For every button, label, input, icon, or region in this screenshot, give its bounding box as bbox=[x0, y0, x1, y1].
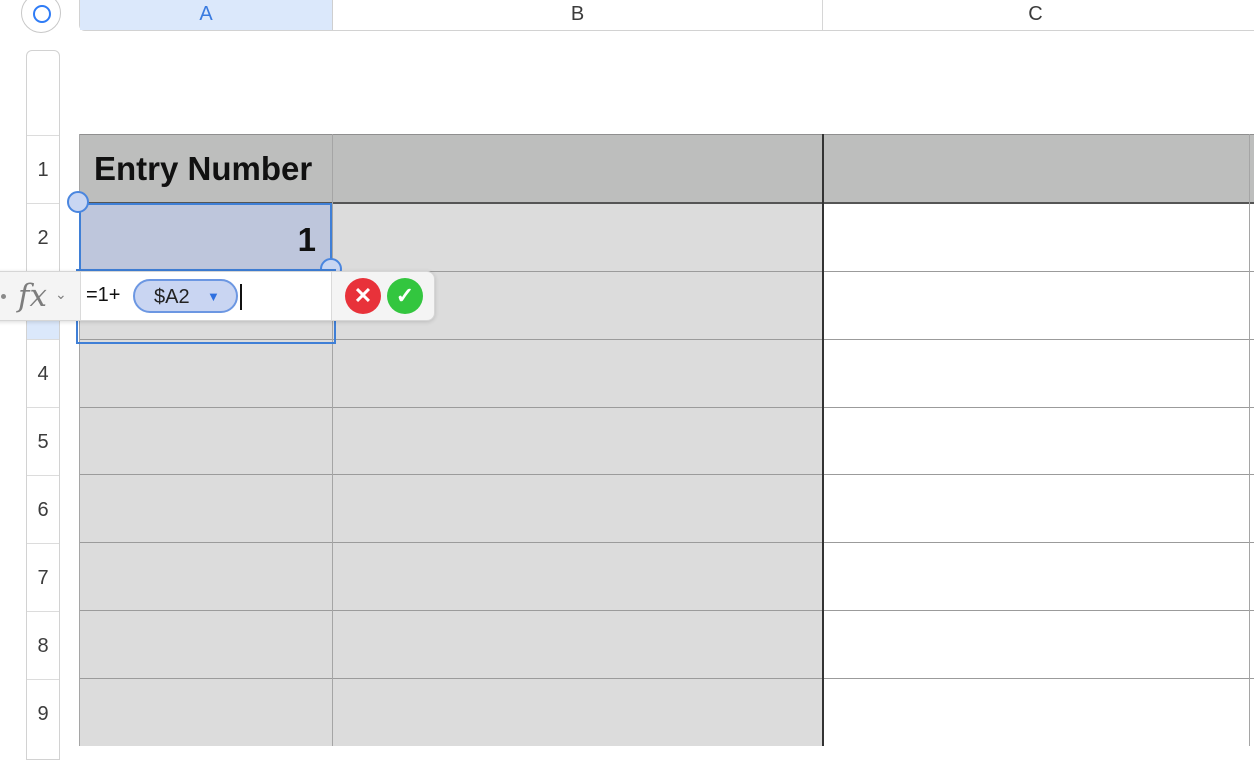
reference-token[interactable]: $A2 ▼ bbox=[133, 279, 238, 313]
row-header-8[interactable]: 8 bbox=[27, 611, 59, 679]
select-all-icon bbox=[33, 5, 51, 23]
cell-a2-value: 1 bbox=[297, 221, 316, 258]
grid-line bbox=[79, 474, 1254, 475]
formula-input[interactable]: =1+ $A2 ▼ bbox=[80, 272, 332, 320]
function-icon[interactable]: fx bbox=[18, 278, 47, 314]
row-header-7[interactable]: 7 bbox=[27, 543, 59, 611]
cancel-icon[interactable]: ✕ bbox=[345, 278, 381, 314]
chevron-down-icon[interactable]: ⌄ bbox=[55, 286, 67, 303]
grid-line bbox=[79, 610, 1254, 611]
grid-line bbox=[79, 407, 1254, 408]
row-header-2[interactable]: 2 bbox=[27, 203, 59, 271]
row-header-6[interactable]: 6 bbox=[27, 475, 59, 543]
reference-token-label: $A2 bbox=[154, 286, 190, 308]
column-header-a[interactable]: A bbox=[80, 0, 333, 30]
column-header-c[interactable]: C bbox=[823, 0, 1248, 30]
grid-line bbox=[79, 542, 1254, 543]
column-c-divider bbox=[822, 134, 824, 746]
grid-line bbox=[332, 134, 333, 746]
row-header-4[interactable]: 4 bbox=[27, 339, 59, 407]
select-all-button[interactable] bbox=[21, 0, 61, 33]
text-caret bbox=[240, 284, 242, 310]
formula-prefix: =1+ bbox=[86, 284, 121, 306]
row-header-5[interactable]: 5 bbox=[27, 407, 59, 475]
header-cell-entry-number[interactable]: Entry Number bbox=[94, 150, 312, 188]
row-header-1[interactable]: 1 bbox=[27, 135, 59, 203]
checkmark-icon[interactable]: ✓ bbox=[387, 278, 423, 314]
column-header-b[interactable]: B bbox=[333, 0, 823, 30]
drag-handle-icon[interactable] bbox=[1, 294, 6, 299]
row-header-bar: 1 2 4 5 6 7 8 9 bbox=[26, 50, 60, 760]
grid-line bbox=[79, 678, 1254, 679]
dropdown-arrow-icon[interactable]: ▼ bbox=[207, 289, 220, 304]
selection-handle-top-left[interactable] bbox=[67, 191, 89, 213]
column-header-bar: A B C bbox=[79, 0, 1254, 31]
row-header-9[interactable]: 9 bbox=[27, 679, 59, 747]
grid-line bbox=[1249, 134, 1250, 746]
grid-line bbox=[79, 134, 1254, 135]
cell-a2[interactable]: 1 bbox=[79, 203, 332, 271]
formula-editor[interactable]: fx ⌄ =1+ $A2 ▼ ✕ ✓ bbox=[0, 271, 435, 321]
